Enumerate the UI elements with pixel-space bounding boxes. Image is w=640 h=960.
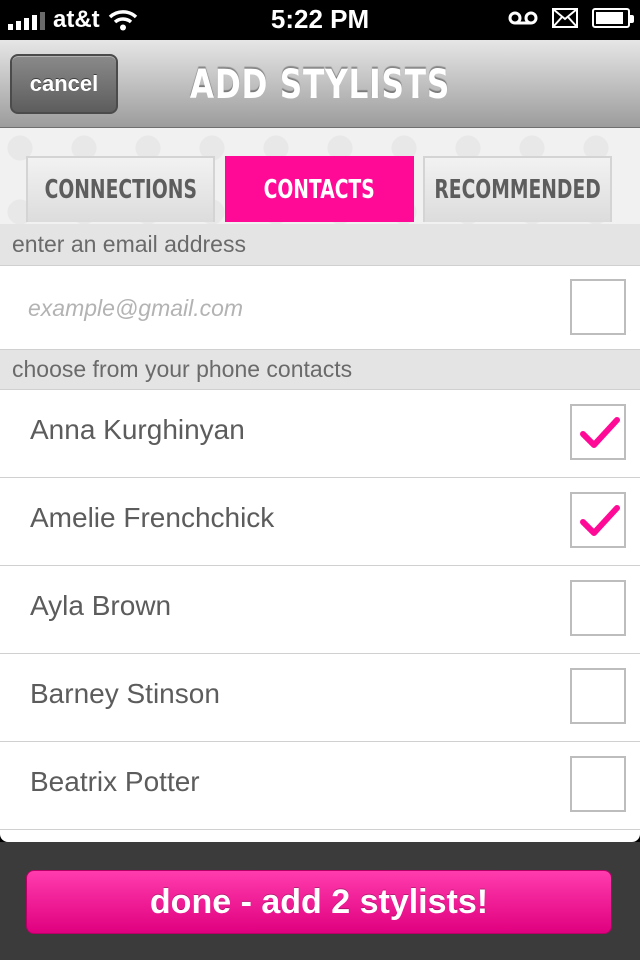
contact-checkbox[interactable] xyxy=(570,492,626,548)
email-section-header: enter an email address xyxy=(0,224,640,266)
checkmark-icon xyxy=(580,417,620,448)
email-checkbox[interactable] xyxy=(570,279,626,335)
contact-checkbox[interactable] xyxy=(570,756,626,812)
bottom-bar: done - add 2 stylists! xyxy=(0,842,640,960)
contact-row[interactable]: Beatrix Potter xyxy=(0,742,640,830)
email-row xyxy=(0,266,640,350)
tab-contacts[interactable]: CONTACTS xyxy=(225,156,414,222)
contact-name: Amelie Frenchchick xyxy=(30,502,275,533)
contact-row[interactable]: Anna Kurghinyan xyxy=(0,390,640,478)
email-field[interactable] xyxy=(28,286,528,330)
mail-icon xyxy=(552,8,578,28)
contact-checkbox[interactable] xyxy=(570,404,626,460)
nav-header: cancel ADD STYLISTS xyxy=(0,40,640,128)
contact-name: Anna Kurghinyan xyxy=(30,414,245,445)
contact-name: Barney Stinson xyxy=(30,678,220,709)
tab-label: CONNECTIONS xyxy=(44,175,197,205)
tab-connections[interactable]: CONNECTIONS xyxy=(26,156,215,222)
contact-name: Ayla Brown xyxy=(30,590,172,621)
done-button[interactable]: done - add 2 stylists! xyxy=(26,870,612,934)
tab-label: RECOMMENDED xyxy=(434,175,601,205)
contact-row[interactable]: Amelie Frenchchick xyxy=(0,478,640,566)
contact-row[interactable]: Ayla Brown xyxy=(0,566,640,654)
contact-checkbox[interactable] xyxy=(570,580,626,636)
voicemail-icon xyxy=(508,11,538,25)
contact-row[interactable]: Barney Stinson xyxy=(0,654,640,742)
contact-checkbox[interactable] xyxy=(570,668,626,724)
status-bar: at&t 5:22 PM xyxy=(0,0,640,40)
page-title: ADD STYLISTS xyxy=(189,62,451,108)
checkmark-icon xyxy=(580,505,620,536)
tab-recommended[interactable]: RECOMMENDED xyxy=(423,156,612,222)
battery-icon xyxy=(592,8,634,28)
contacts-section-header: choose from your phone contacts xyxy=(0,350,640,390)
tab-bar: CONNECTIONS CONTACTS RECOMMENDED xyxy=(0,128,640,352)
contact-name: Beatrix Potter xyxy=(30,766,200,797)
content-list: enter an email address choose from your … xyxy=(0,224,640,842)
tab-label: CONTACTS xyxy=(263,175,376,205)
